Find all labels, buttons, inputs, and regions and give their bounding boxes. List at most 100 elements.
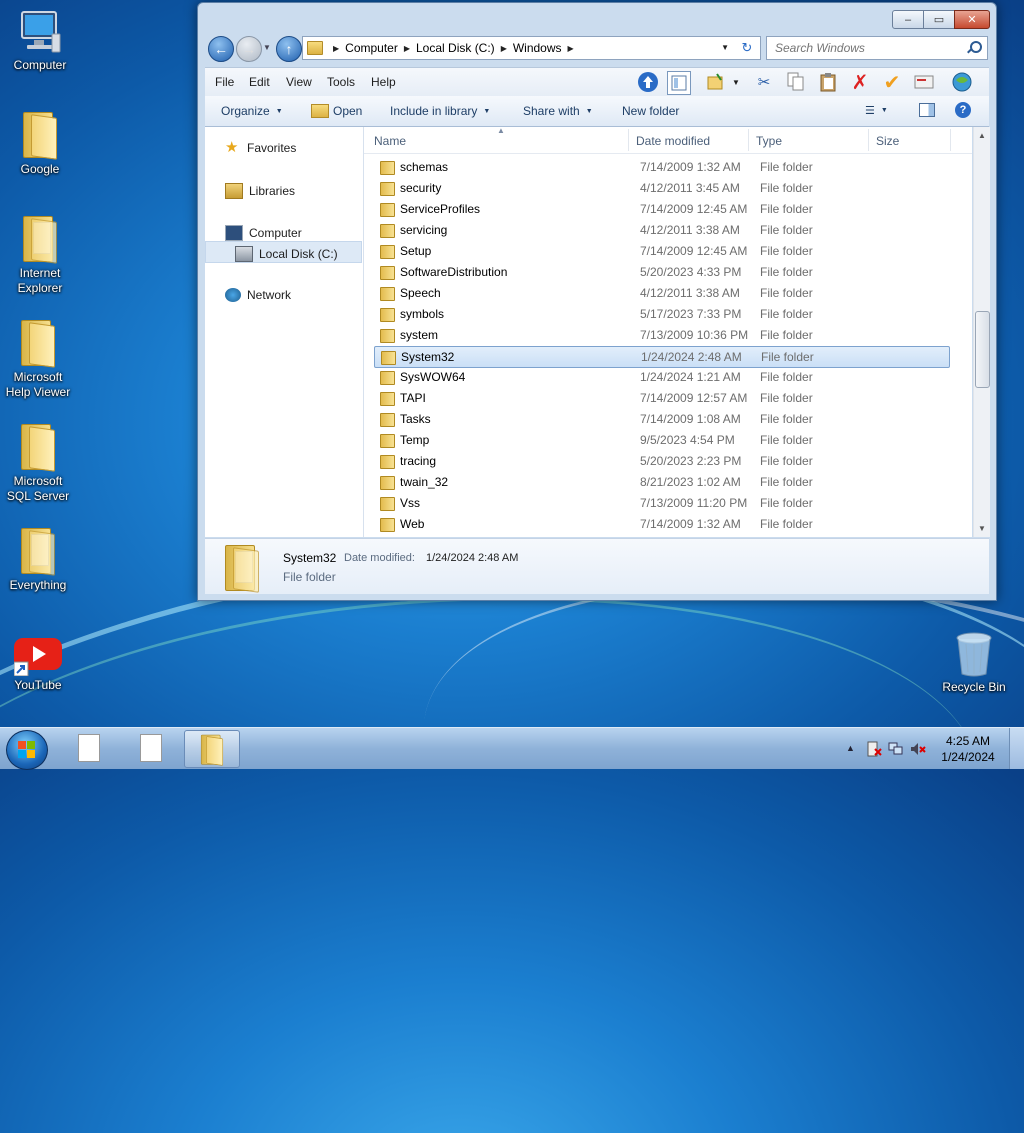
scroll-down-arrow[interactable]: ▼ — [978, 524, 986, 533]
table-row[interactable]: Temp 9/5/2023 4:54 PM File folder — [374, 430, 948, 450]
table-row[interactable]: schemas 7/14/2009 1:32 AM File folder — [374, 157, 948, 177]
table-row[interactable]: security 4/12/2011 3:45 AM File folder — [374, 178, 948, 198]
taskbar-app-explorer[interactable] — [184, 730, 240, 768]
table-row[interactable]: tracing 5/20/2023 2:23 PM File folder — [374, 451, 948, 471]
column-divider[interactable] — [868, 129, 869, 151]
chevron-right-icon[interactable]: ▶ — [404, 44, 410, 53]
menu-edit[interactable]: Edit — [249, 75, 270, 89]
search-icon[interactable] — [970, 41, 982, 53]
volume-muted-icon[interactable] — [910, 741, 926, 760]
paste-icon[interactable] — [817, 71, 839, 93]
change-view-button[interactable]: ☰ ▼ — [865, 104, 888, 117]
cut-icon[interactable]: ✂ — [753, 71, 775, 93]
nav-favorites[interactable]: ★ Favorites — [225, 140, 296, 155]
nav-libraries[interactable]: Libraries — [225, 183, 295, 199]
search-box[interactable] — [766, 36, 988, 60]
new-folder-button[interactable]: New folder — [622, 104, 679, 118]
include-in-library-button[interactable]: Include in library ▼ — [390, 104, 490, 118]
title-bar[interactable]: – ▭ ✕ — [198, 3, 996, 33]
menu-tools[interactable]: Tools — [327, 75, 355, 89]
up-button[interactable]: ↑ — [276, 36, 302, 62]
taskbar-app-document[interactable] — [124, 730, 178, 766]
show-hidden-icons-button[interactable]: ▲ — [846, 743, 855, 753]
desktop-icon-computer[interactable]: Computer — [2, 8, 78, 73]
close-button[interactable]: ✕ — [954, 10, 990, 29]
refresh-button[interactable]: ↻ — [734, 36, 761, 60]
organize-button[interactable]: Organize ▼ — [221, 104, 283, 118]
table-row[interactable]: ServiceProfiles 7/14/2009 12:45 AM File fo… — [374, 199, 948, 219]
column-name[interactable]: Name — [374, 134, 406, 148]
vertical-scrollbar[interactable]: ▲ ▼ — [973, 127, 990, 537]
clock[interactable]: 4:25 AM 1/24/2024 — [936, 733, 1000, 765]
chevron-right-icon[interactable]: ▶ — [568, 44, 574, 53]
recent-pages-dropdown[interactable]: ▼ — [263, 43, 271, 52]
preview-pane-toggle-icon[interactable] — [667, 71, 691, 95]
breadcrumb-computer[interactable]: Computer — [345, 41, 398, 55]
desktop-icon-youtube[interactable]: YouTube — [0, 636, 76, 693]
taskbar-app-document[interactable] — [62, 730, 116, 766]
table-row[interactable]: Speech 4/12/2011 3:38 AM File folder — [374, 283, 948, 303]
table-row[interactable]: SoftwareDistribution 5/20/2023 4:33 PM Fil… — [374, 262, 948, 282]
column-date-modified[interactable]: Date modified — [636, 134, 710, 148]
minimize-button[interactable]: – — [892, 10, 924, 29]
search-input[interactable] — [773, 40, 967, 56]
menu-help[interactable]: Help — [371, 75, 396, 89]
start-button[interactable] — [6, 730, 48, 770]
open-button[interactable]: Open — [311, 104, 362, 118]
table-row[interactable]: TAPI 7/14/2009 12:57 AM File folder — [374, 388, 948, 408]
chevron-right-icon[interactable]: ▶ — [501, 44, 507, 53]
table-row-selected[interactable]: System32 1/24/2024 2:48 AM File folder — [374, 346, 950, 368]
column-divider[interactable] — [628, 129, 629, 151]
column-type[interactable]: Type — [756, 134, 782, 148]
folder-options-icon[interactable] — [705, 71, 727, 93]
table-row[interactable]: symbols 5/17/2023 7:33 PM File folder — [374, 304, 948, 324]
table-row[interactable]: Web 7/14/2009 1:32 AM File folder — [374, 514, 948, 534]
copy-icon[interactable] — [785, 71, 807, 93]
network-tray-icon[interactable] — [888, 741, 904, 760]
back-button[interactable]: ← — [208, 36, 234, 62]
scroll-up-arrow[interactable]: ▲ — [978, 131, 986, 140]
nav-local-disk[interactable]: Local Disk (C:) — [235, 246, 338, 262]
table-row[interactable]: Vss 7/13/2009 11:20 PM File folder — [374, 493, 948, 513]
table-row[interactable]: Setup 7/14/2009 12:45 AM File folder — [374, 241, 948, 261]
preview-pane-button[interactable] — [919, 103, 935, 117]
table-row[interactable]: system 7/13/2009 10:36 PM File folder — [374, 325, 948, 345]
chevron-right-icon[interactable]: ▶ — [333, 44, 339, 53]
checkmark-icon[interactable]: ✔ — [881, 71, 903, 94]
desktop-icon-google[interactable]: Google — [2, 110, 78, 177]
menu-file[interactable]: File — [215, 75, 234, 89]
globe-icon[interactable] — [951, 71, 973, 93]
menu-view[interactable]: View — [286, 75, 312, 89]
table-row[interactable]: SysWOW64 1/24/2024 1:21 AM File folder — [374, 367, 948, 387]
nav-network[interactable]: Network — [225, 288, 291, 302]
table-row[interactable]: Tasks 7/14/2009 1:08 AM File folder — [374, 409, 948, 429]
desktop-icon-recycle-bin[interactable]: Recycle Bin — [936, 630, 1012, 695]
help-button[interactable]: ? — [955, 102, 971, 118]
share-with-button[interactable]: Share with ▼ — [523, 104, 593, 118]
desktop-icon-internet-explorer[interactable]: Internet Explorer — [2, 214, 78, 296]
desktop-icon-sql-server[interactable]: Microsoft SQL Server — [0, 422, 76, 504]
column-divider[interactable] — [950, 129, 951, 151]
show-desktop-button[interactable] — [1009, 728, 1024, 769]
nav-computer[interactable]: Computer — [225, 225, 302, 241]
scrollbar-thumb[interactable] — [975, 311, 990, 388]
file-list[interactable]: ▲ Name Date modified Type Size schemas 7/… — [364, 127, 972, 537]
forward-button[interactable]: → — [236, 36, 262, 62]
delete-icon[interactable]: ✗ — [849, 71, 871, 94]
address-history-dropdown[interactable]: ▼ — [721, 43, 729, 52]
chevron-down-icon[interactable]: ▼ — [725, 71, 747, 93]
address-bar[interactable]: ▶ Computer ▶ Local Disk (C:) ▶ Windows ▶… — [302, 36, 736, 60]
action-center-icon[interactable] — [866, 741, 882, 760]
breadcrumb-windows[interactable]: Windows — [513, 41, 562, 55]
maximize-button[interactable]: ▭ — [923, 10, 955, 29]
desktop-icon-everything[interactable]: Everything — [0, 526, 76, 593]
table-row[interactable]: servicing 4/12/2011 3:38 AM File folder — [374, 220, 948, 240]
desktop-icon-help-viewer[interactable]: Microsoft Help Viewer — [0, 318, 76, 400]
up-folder-icon[interactable] — [637, 71, 659, 93]
breadcrumb-local-disk[interactable]: Local Disk (C:) — [416, 41, 495, 55]
column-size[interactable]: Size — [876, 134, 899, 148]
table-row[interactable]: twain_32 8/21/2023 1:02 AM File folder — [374, 472, 948, 492]
column-divider[interactable] — [748, 129, 749, 151]
explorer-window[interactable]: – ▭ ✕ ← → ▼ ↑ ▶ Computer ▶ Local Disk (C… — [197, 2, 997, 601]
properties-icon[interactable] — [913, 71, 935, 93]
